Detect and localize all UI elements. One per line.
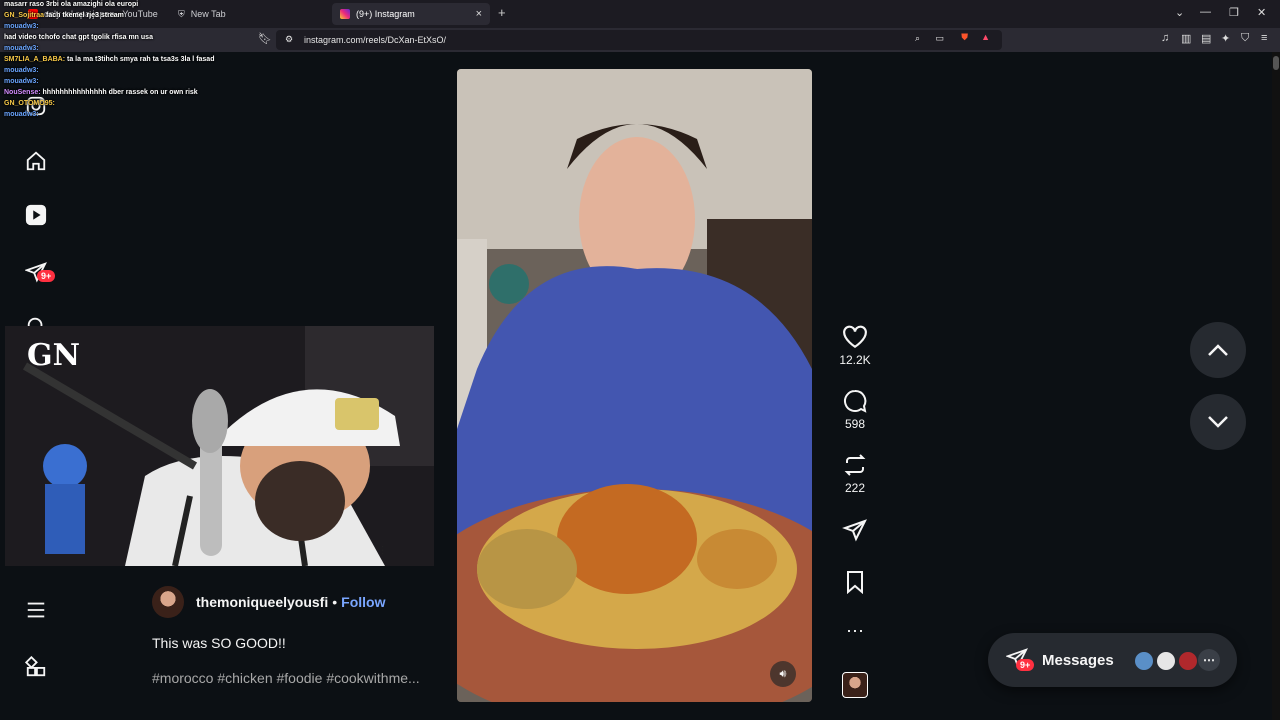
brave-shield-icon[interactable]: ⛊ bbox=[961, 32, 968, 43]
rewards-icon[interactable]: ▲ bbox=[981, 32, 990, 42]
chat-message: mouadw3: bbox=[4, 66, 224, 75]
chat-username: mouadw3: bbox=[4, 78, 39, 85]
reel-video-frame bbox=[457, 69, 812, 702]
reels-icon[interactable] bbox=[24, 203, 48, 227]
chevron-down-icon bbox=[1208, 416, 1228, 428]
bookmark-icon[interactable]: 🔖︎ bbox=[258, 32, 272, 45]
heart-icon[interactable] bbox=[835, 325, 875, 349]
chat-message: masarr raso 3rbi ola amazighi ola europi bbox=[4, 0, 224, 9]
menu-icon[interactable]: ≡ bbox=[1261, 32, 1267, 44]
chevron-down-icon[interactable]: ⌄ bbox=[1175, 6, 1184, 19]
repost-count: 222 bbox=[844, 481, 866, 495]
messages-label: Messages bbox=[1042, 651, 1114, 669]
previous-reel-button[interactable] bbox=[1190, 322, 1246, 378]
chat-username: NouSense: bbox=[4, 89, 41, 96]
save-action bbox=[835, 570, 875, 594]
chat-username: mouadw3: bbox=[4, 67, 39, 74]
zoom-icon[interactable]: ⌕ bbox=[915, 33, 920, 44]
site-settings-icon[interactable]: ⚙ bbox=[285, 34, 293, 45]
bookmark-icon[interactable] bbox=[835, 570, 875, 594]
post-caption: This was SO GOOD!! bbox=[152, 635, 286, 651]
close-tab-icon[interactable]: × bbox=[476, 8, 482, 20]
author-avatar[interactable] bbox=[152, 586, 184, 618]
new-tab-button[interactable]: + bbox=[498, 5, 506, 20]
chat-username: GN_OTOMO95: bbox=[4, 100, 55, 107]
audio-thumbnail[interactable] bbox=[835, 672, 875, 698]
wallet-icon[interactable]: ▤ bbox=[1201, 32, 1211, 45]
chat-message: mouadw3: bbox=[4, 110, 224, 119]
restore-button[interactable]: ❐ bbox=[1229, 6, 1239, 19]
message-avatar bbox=[1155, 650, 1177, 672]
chat-message: NouSense: hhhhhhhhhhhhhhh dber rassek on… bbox=[4, 88, 224, 97]
chat-message: GN_OTOMO95: bbox=[4, 99, 224, 108]
volume-icon[interactable]: 🔊︎ bbox=[770, 661, 796, 687]
tab-title: (9+) Instagram bbox=[356, 9, 415, 19]
repost-action: 222 bbox=[835, 453, 875, 495]
tab-instagram[interactable]: (9+) Instagram × bbox=[332, 3, 490, 25]
chat-username: SM7LIA_A_BABA: bbox=[4, 56, 66, 63]
reel-video[interactable]: 🔊︎ bbox=[457, 69, 812, 702]
chat-username: GN_Sojitraa bbox=[4, 12, 45, 19]
home-icon[interactable] bbox=[24, 149, 48, 173]
chat-message: SM7LIA_A_BABA: ta la ma t3tihch smya rah… bbox=[4, 55, 224, 64]
adidas-logo-icon: ⫶ bbox=[381, 544, 385, 558]
post-hashtags[interactable]: #morocco #chicken #foodie #cookwithme... bbox=[152, 670, 420, 686]
chat-message: mouadw3: bbox=[4, 44, 224, 53]
instagram-icon bbox=[340, 9, 350, 19]
chevron-up-icon bbox=[1208, 344, 1228, 356]
close-window-button[interactable]: ✕ bbox=[1257, 6, 1266, 19]
share-action bbox=[835, 518, 875, 542]
chat-text: had video tchofo chat gpt tgolik rfisa m… bbox=[4, 34, 153, 41]
chat-text: hhhhhhhhhhhhhhh dber rassek on ur own ri… bbox=[42, 89, 198, 96]
separator-dot: • bbox=[332, 594, 338, 610]
message-avatar bbox=[1133, 650, 1155, 672]
comment-icon[interactable] bbox=[835, 389, 875, 413]
share-icon[interactable] bbox=[835, 518, 875, 542]
minimize-button[interactable]: — bbox=[1200, 6, 1211, 18]
leo-ai-icon[interactable]: ✦ bbox=[1221, 32, 1230, 45]
chat-username: mouadw3: bbox=[4, 45, 39, 52]
page-scrollbar[interactable] bbox=[1272, 52, 1280, 720]
author-username[interactable]: themoniqueelyousfi bbox=[196, 594, 328, 610]
next-reel-button[interactable] bbox=[1190, 394, 1246, 450]
comment-action: 598 bbox=[835, 389, 875, 431]
sidebar-icon[interactable]: ▥ bbox=[1181, 32, 1191, 45]
url-text: instagram.com/reels/DcXan-EtXsO/ bbox=[304, 35, 447, 45]
channel-logo: GN bbox=[27, 338, 81, 373]
more-avatars-icon: ⋯ bbox=[1198, 649, 1220, 671]
chat-username: mouadw3: bbox=[4, 23, 39, 30]
chat-username: mouadw3: bbox=[4, 111, 39, 118]
more-options-icon[interactable]: ⋯ bbox=[835, 622, 875, 640]
chat-message: GN_Sojitraa fach tkemel rje3 stream bbox=[4, 11, 224, 20]
address-bar[interactable]: ⚙ instagram.com/reels/DcXan-EtXsO/ ⌕ ▭ ⛊… bbox=[276, 30, 1002, 50]
messages-badge: 9+ bbox=[1016, 659, 1035, 671]
chat-text: fach tkemel rje3 stream bbox=[46, 12, 124, 19]
cast-icon[interactable]: ▭ bbox=[935, 33, 944, 44]
post-author: themoniqueelyousfi • Follow bbox=[152, 586, 385, 618]
notification-badge: 9+ bbox=[37, 270, 56, 282]
stream-chat-overlay: masarr raso 3rbi ola amazighi ola europi… bbox=[4, 0, 224, 121]
comment-count: 598 bbox=[844, 417, 866, 431]
vpn-icon[interactable]: ⛉ bbox=[1241, 32, 1249, 45]
audio-avatar bbox=[842, 672, 868, 698]
chat-message: mouadw3: bbox=[4, 77, 224, 86]
scrollbar-thumb[interactable] bbox=[1273, 56, 1279, 70]
message-avatar bbox=[1177, 650, 1199, 672]
more-menu-icon[interactable] bbox=[24, 598, 48, 622]
apps-grid-icon[interactable] bbox=[24, 655, 48, 679]
chat-text: ta la ma t3tihch smya rah ta tsa3s 3la l… bbox=[67, 56, 215, 63]
chat-text: masarr raso 3rbi ola amazighi ola europi bbox=[4, 1, 139, 8]
chat-message: had video tchofo chat gpt tgolik rfisa m… bbox=[4, 33, 224, 42]
like-count: 12.2K bbox=[839, 353, 871, 367]
streamer-webcam: GN ⫶ bbox=[5, 326, 434, 566]
messages-widget[interactable]: 9+ Messages ⋯ bbox=[988, 633, 1237, 687]
follow-button[interactable]: Follow bbox=[341, 594, 385, 610]
like-action: 12.2K bbox=[835, 325, 875, 367]
music-icon[interactable]: ♫ bbox=[1161, 32, 1169, 44]
chat-message: mouadw3: bbox=[4, 22, 224, 31]
repost-icon[interactable] bbox=[835, 453, 875, 477]
